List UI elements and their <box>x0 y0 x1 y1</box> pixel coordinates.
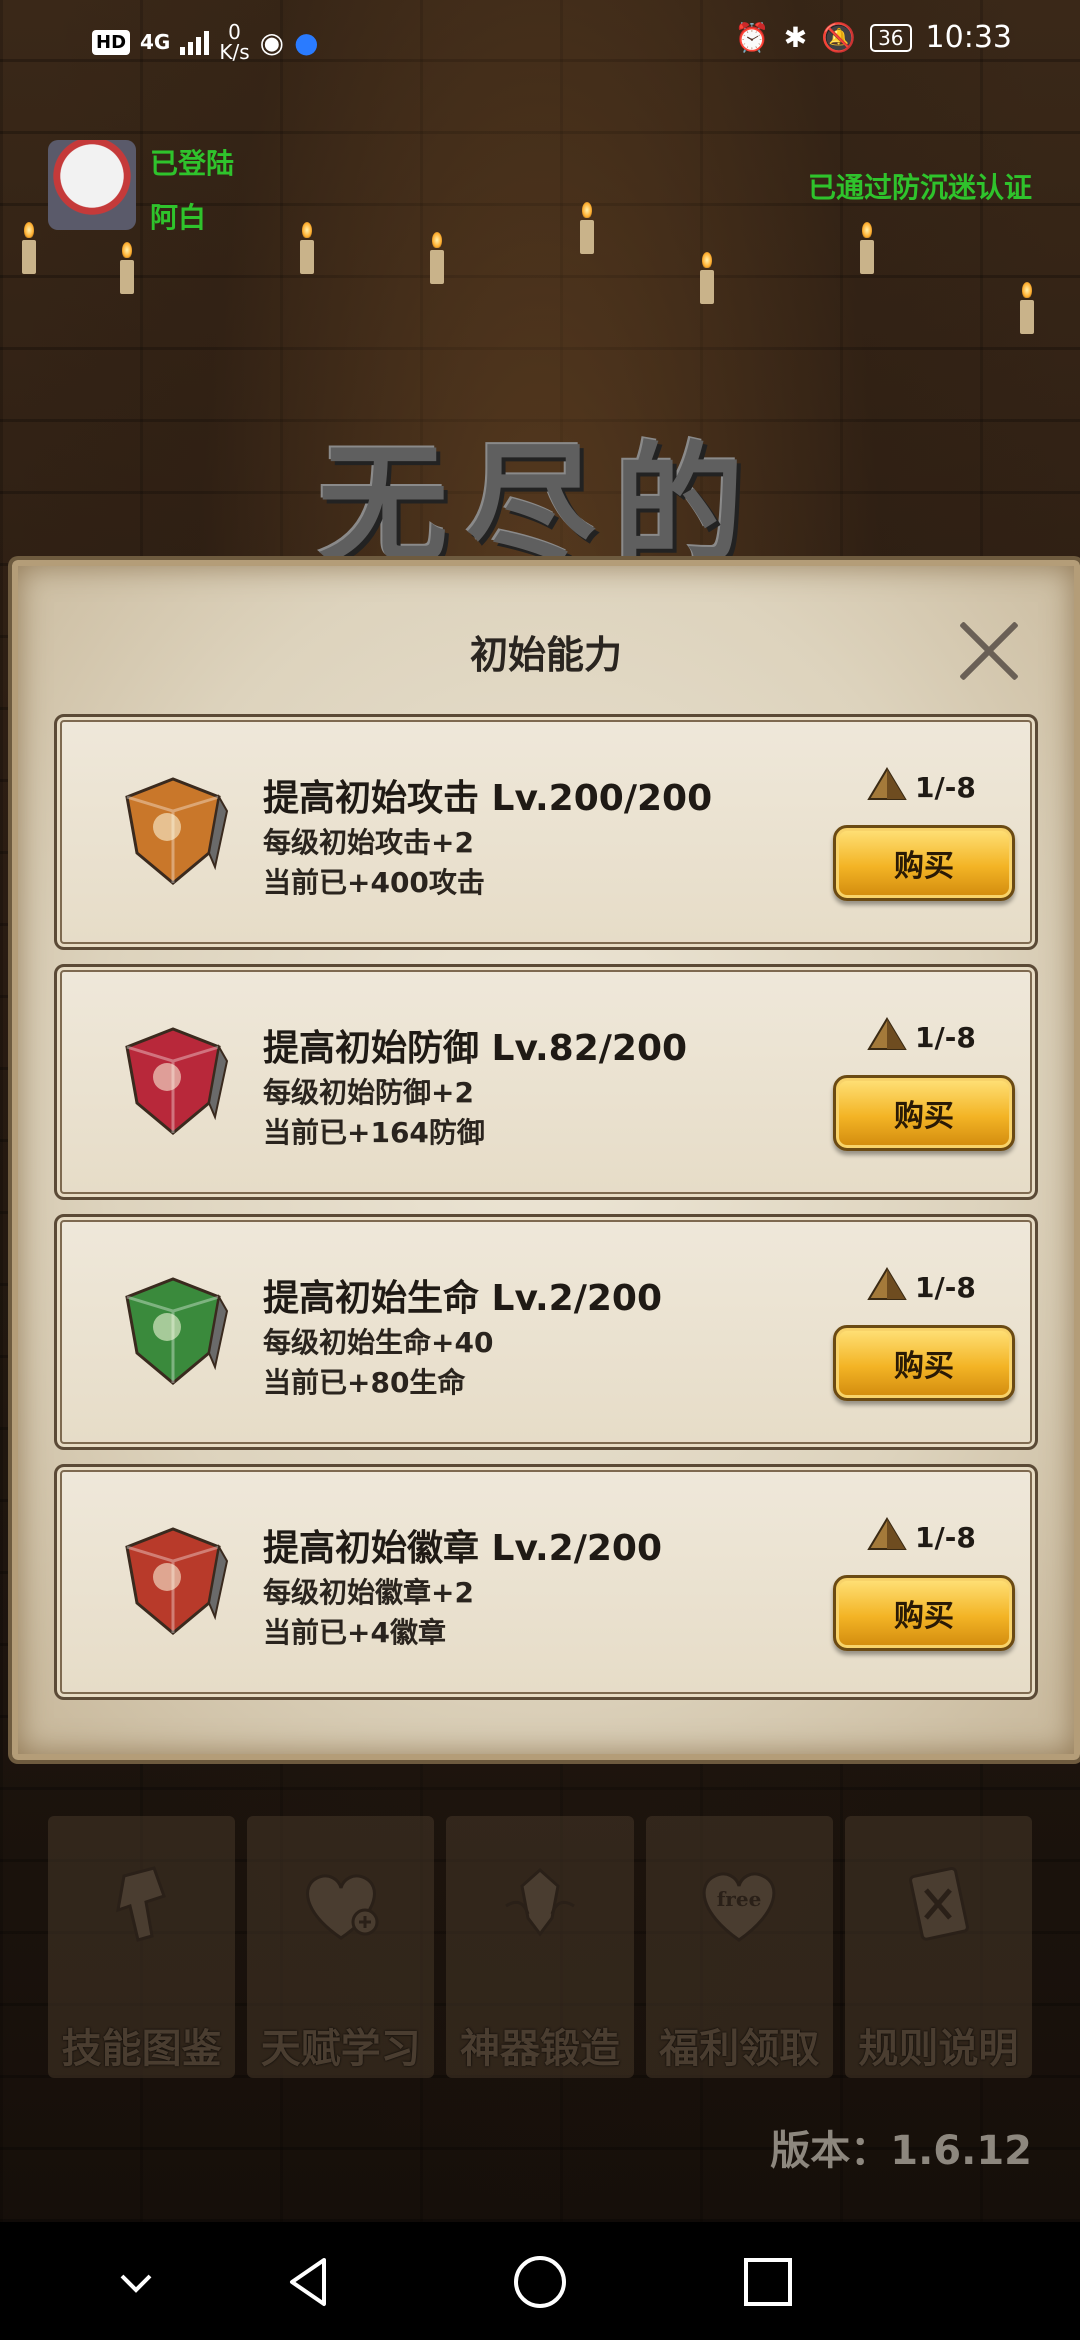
per-level-bonus: 每级初始攻击+2 <box>263 826 474 859</box>
cost-value: 1/-8 <box>915 1520 976 1554</box>
bottom-menu: 技能图鉴 天赋学习 神器锻造 free 福利领取 规则说明 <box>48 1816 1033 2078</box>
rules-card-icon <box>890 1856 986 1952</box>
current-bonus: 当前已+80生命 <box>263 1366 466 1399</box>
menu-artifact-forge[interactable]: 神器锻造 <box>446 1816 634 2078</box>
alarm-icon: ⏰ <box>734 21 770 54</box>
gem-icon <box>117 1521 229 1641</box>
clock: 10:33 <box>925 20 1012 55</box>
avatar[interactable] <box>48 140 136 230</box>
buy-button[interactable]: 购买 <box>833 825 1015 901</box>
mute-icon: 🔕 <box>821 21 857 54</box>
ability-title: 提高初始生命 Lv.2/200 <box>263 1278 663 1319</box>
network-type: 4G <box>140 30 171 54</box>
current-bonus: 当前已+400攻击 <box>263 866 485 899</box>
pyramid-currency-icon <box>867 1267 907 1300</box>
bluetooth-icon: ✱ <box>783 21 808 54</box>
gem-icon <box>117 1271 229 1391</box>
current-bonus: 当前已+4徽章 <box>263 1616 446 1649</box>
collapse-chevron-icon[interactable] <box>106 2252 166 2312</box>
home-circle-icon[interactable] <box>510 2252 570 2312</box>
menu-label: 规则说明 <box>858 2026 1019 2072</box>
per-level-bonus: 每级初始徽章+2 <box>263 1576 474 1609</box>
eye-icon: ◉ <box>259 25 285 59</box>
login-status: 已登陆 <box>150 147 235 180</box>
skill-book-icon <box>94 1856 190 1952</box>
ability-card: 提高初始生命 Lv.2/200 每级初始生命+40 当前已+80生命 1/-8 … <box>54 1214 1038 1450</box>
gem-icon <box>117 771 229 891</box>
status-bar: HD 4G 0 K/s ◉ ● ⏰ ✱ 🔕 36 10:33 <box>0 0 1080 84</box>
candle-decoration <box>860 222 874 274</box>
cost-value: 1/-8 <box>915 1270 976 1304</box>
hd-badge: HD <box>92 29 131 55</box>
cost: 1/-8 <box>865 1515 976 1559</box>
bulb-icon: ● <box>294 25 319 59</box>
artifact-forge-icon <box>492 1856 588 1952</box>
back-triangle-icon[interactable] <box>280 2252 340 2312</box>
cost: 1/-8 <box>865 1015 976 1059</box>
cost: 1/-8 <box>865 1265 976 1309</box>
candle-decoration <box>700 252 714 304</box>
dialog-title: 初始能力 <box>469 633 622 677</box>
battery-icon: 36 <box>870 23 912 52</box>
ability-card: 提高初始防御 Lv.82/200 每级初始防御+2 当前已+164防御 1/-8… <box>54 964 1038 1200</box>
signal-strength-icon <box>180 29 210 55</box>
cost-value: 1/-8 <box>915 770 976 804</box>
system-navigation-bar <box>0 2222 1080 2340</box>
ability-title: 提高初始攻击 Lv.200/200 <box>263 778 713 819</box>
heart-plus-icon <box>293 1856 389 1952</box>
gem-icon <box>117 1021 229 1141</box>
pyramid-currency-icon <box>867 1517 907 1550</box>
menu-welfare[interactable]: free 福利领取 <box>645 1816 833 2078</box>
ability-card: 提高初始攻击 Lv.200/200 每级初始攻击+2 当前已+400攻击 1/-… <box>54 714 1038 950</box>
cost-value: 1/-8 <box>915 1020 976 1054</box>
anti-addiction-status: 已通过防沉迷认证 <box>807 171 1032 204</box>
version-label: 版本：1.6.12 <box>770 2128 1032 2174</box>
candle-decoration <box>1020 282 1034 334</box>
svg-text:free: free <box>717 1887 762 1911</box>
pyramid-currency-icon <box>867 767 907 800</box>
per-level-bonus: 每级初始防御+2 <box>263 1076 474 1109</box>
ability-card: 提高初始徽章 Lv.2/200 每级初始徽章+2 当前已+4徽章 1/-8 购买 <box>54 1464 1038 1700</box>
recents-square-icon[interactable] <box>738 2252 798 2312</box>
candle-decoration <box>430 232 444 284</box>
candle-decoration <box>120 242 134 294</box>
initial-ability-dialog: 初始能力 提高初始攻击 Lv.200/200 每级初始攻击+2 当前已+400攻… <box>12 560 1080 1760</box>
free-heart-icon: free <box>691 1856 787 1952</box>
per-level-bonus: 每级初始生命+40 <box>263 1326 494 1359</box>
candle-decoration <box>580 202 594 254</box>
candle-decoration <box>300 222 314 274</box>
ability-title: 提高初始防御 Lv.82/200 <box>263 1028 688 1069</box>
buy-button[interactable]: 购买 <box>833 1325 1015 1401</box>
buy-button[interactable]: 购买 <box>833 1575 1015 1651</box>
menu-label: 福利领取 <box>659 2026 820 2072</box>
cost: 1/-8 <box>865 765 976 809</box>
username: 阿白 <box>150 201 207 234</box>
menu-skill-book[interactable]: 技能图鉴 <box>48 1816 236 2078</box>
menu-rules[interactable]: 规则说明 <box>844 1816 1033 2078</box>
net-speed: 0 K/s <box>219 20 250 64</box>
menu-talent[interactable]: 天赋学习 <box>247 1816 435 2078</box>
pyramid-currency-icon <box>867 1017 907 1050</box>
current-bonus: 当前已+164防御 <box>263 1116 485 1149</box>
menu-label: 神器锻造 <box>460 2026 620 2072</box>
ability-title: 提高初始徽章 Lv.2/200 <box>263 1528 663 1569</box>
close-button[interactable] <box>954 616 1024 686</box>
menu-label: 天赋学习 <box>260 2026 421 2072</box>
candle-decoration <box>22 222 36 274</box>
menu-label: 技能图鉴 <box>61 2026 222 2072</box>
buy-button[interactable]: 购买 <box>833 1075 1015 1151</box>
